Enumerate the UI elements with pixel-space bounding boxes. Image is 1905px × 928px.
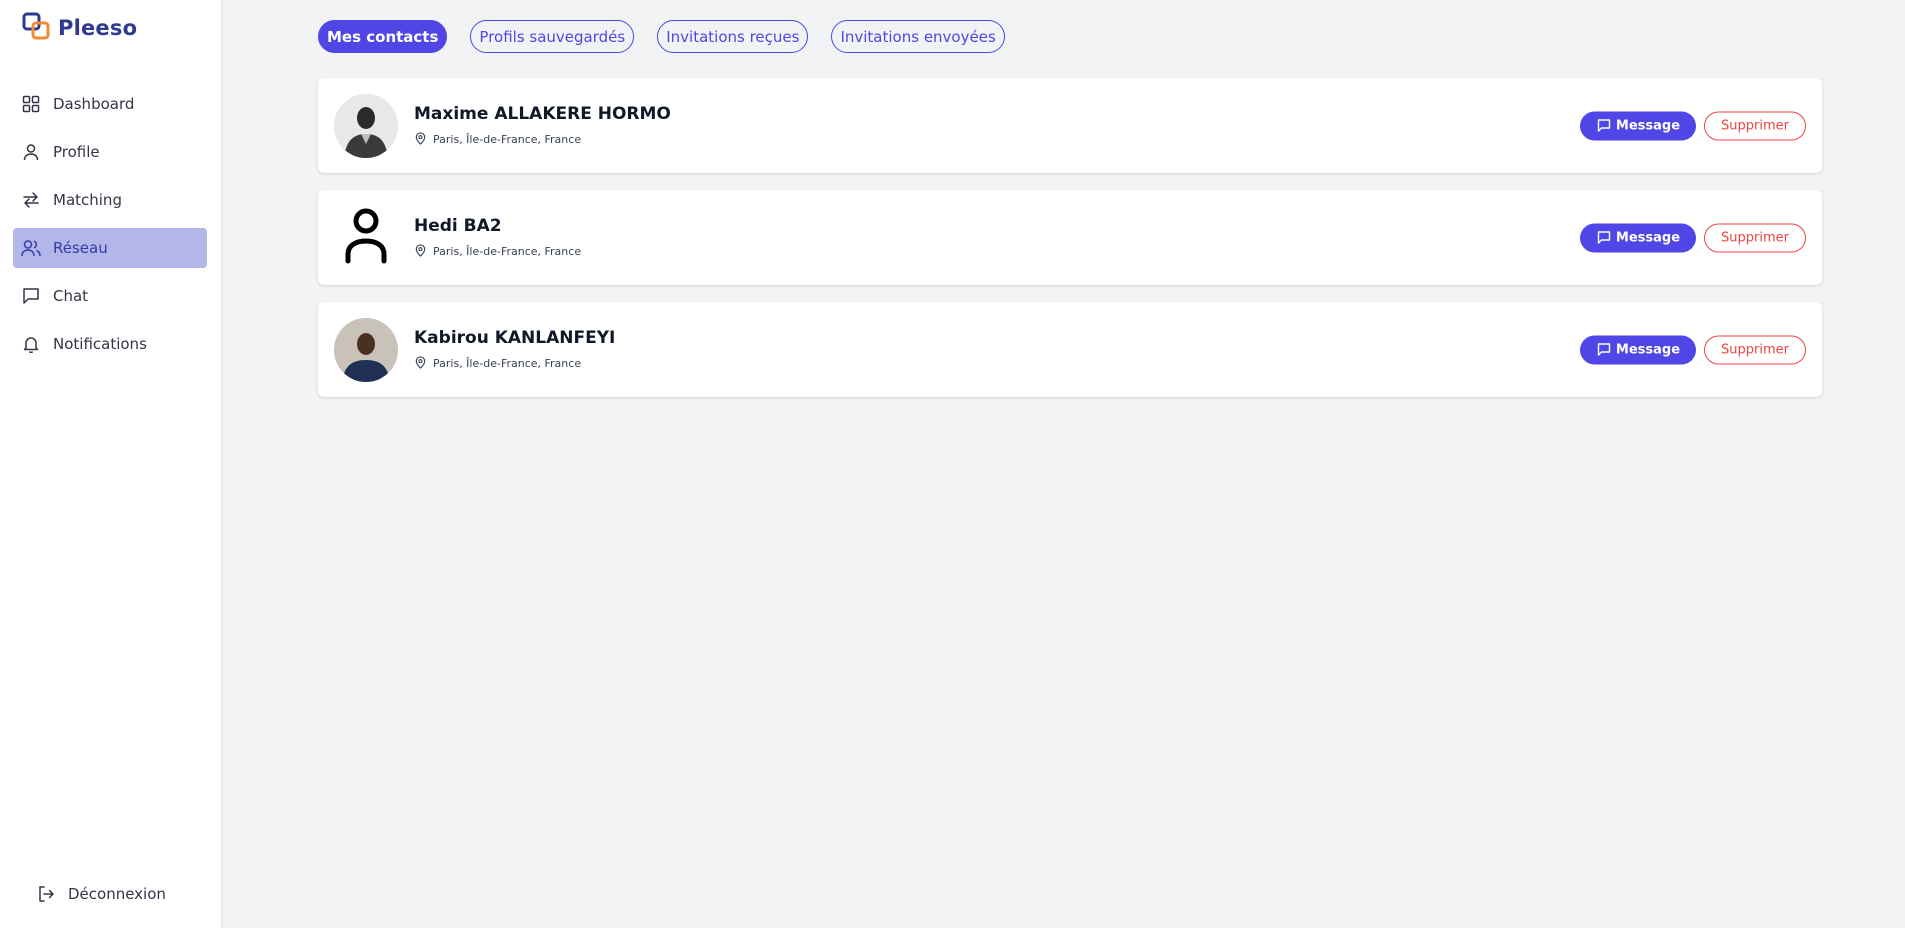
tab-invitations-envoyees[interactable]: Invitations envoyées — [831, 20, 1005, 53]
sidebar-item-chat[interactable]: Chat — [13, 276, 207, 316]
avatar[interactable] — [334, 93, 398, 158]
message-button[interactable]: Message — [1579, 223, 1697, 252]
logout-icon — [36, 884, 56, 904]
message-icon — [21, 286, 41, 306]
message-button-label: Message — [1615, 230, 1681, 245]
sidebar-item-label: Dashboard — [53, 95, 135, 113]
sidebar-item-notifications[interactable]: Notifications — [13, 324, 207, 364]
contact-location: Paris, Île-de-France, France — [433, 357, 582, 370]
sidebar-item-reseau[interactable]: Réseau — [13, 228, 207, 268]
message-icon — [1597, 119, 1611, 133]
message-button[interactable]: Message — [1579, 335, 1697, 364]
contact-name[interactable]: Hedi BA2 — [414, 216, 581, 236]
user-placeholder-icon — [343, 208, 389, 268]
sidebar-nav: Dashboard Profile Matching Réseau Chat N… — [13, 84, 207, 372]
avatar[interactable] — [334, 206, 398, 270]
message-button-label: Message — [1615, 342, 1681, 357]
contact-card: Maxime ALLAKERE HORMO Paris, Île-de-Fran… — [318, 78, 1822, 173]
brand[interactable]: Pleeso — [22, 12, 137, 44]
bell-icon — [21, 334, 41, 354]
arrows-swap-icon — [21, 190, 41, 210]
message-icon — [1597, 231, 1611, 245]
contact-card: Hedi BA2 Paris, Île-de-France, France Me… — [318, 190, 1822, 285]
logout-button[interactable]: Déconnexion — [36, 884, 166, 904]
contact-card: Kabirou KANLANFEYI Paris, Île-de-France,… — [318, 302, 1822, 397]
pleeso-logo-icon — [22, 12, 50, 44]
sidebar-item-label: Matching — [53, 191, 122, 209]
delete-button[interactable]: Supprimer — [1704, 223, 1806, 252]
sidebar: Pleeso Dashboard Profile Matching Réseau… — [0, 0, 222, 928]
delete-button[interactable]: Supprimer — [1704, 111, 1806, 140]
contacts-list: Maxime ALLAKERE HORMO Paris, Île-de-Fran… — [318, 78, 1822, 414]
sidebar-item-label: Notifications — [53, 335, 147, 353]
network-tabs: Mes contacts Profils sauvegardés Invitat… — [318, 20, 1005, 53]
contact-name[interactable]: Kabirou KANLANFEYI — [414, 328, 615, 348]
sidebar-item-dashboard[interactable]: Dashboard — [13, 84, 207, 124]
delete-button[interactable]: Supprimer — [1704, 335, 1806, 364]
message-icon — [1597, 343, 1611, 357]
avatar[interactable] — [334, 317, 398, 382]
contact-location: Paris, Île-de-France, France — [433, 133, 582, 146]
user-icon — [21, 142, 41, 162]
brand-name: Pleeso — [58, 16, 138, 40]
sidebar-item-profile[interactable]: Profile — [13, 132, 207, 172]
sidebar-item-label: Chat — [53, 287, 89, 305]
contact-location: Paris, Île-de-France, France — [433, 245, 582, 258]
sidebar-item-label: Profile — [53, 143, 100, 161]
location-pin-icon — [414, 243, 427, 260]
users-icon — [21, 238, 41, 258]
tab-invitations-recues[interactable]: Invitations reçues — [657, 20, 809, 53]
message-button[interactable]: Message — [1579, 111, 1697, 140]
message-button-label: Message — [1615, 118, 1681, 133]
location-pin-icon — [414, 131, 427, 148]
contact-name[interactable]: Maxime ALLAKERE HORMO — [414, 104, 671, 124]
logout-label: Déconnexion — [68, 885, 166, 903]
app: Pleeso Dashboard Profile Matching Réseau… — [0, 0, 1905, 928]
sidebar-item-label: Réseau — [53, 239, 108, 257]
tab-mes-contacts[interactable]: Mes contacts — [318, 20, 448, 53]
location-pin-icon — [414, 355, 427, 372]
main-content: Mes contacts Profils sauvegardés Invitat… — [222, 0, 1905, 928]
tab-profils-sauvegardes[interactable]: Profils sauvegardés — [470, 20, 635, 53]
grid-icon — [21, 94, 41, 114]
sidebar-item-matching[interactable]: Matching — [13, 180, 207, 220]
